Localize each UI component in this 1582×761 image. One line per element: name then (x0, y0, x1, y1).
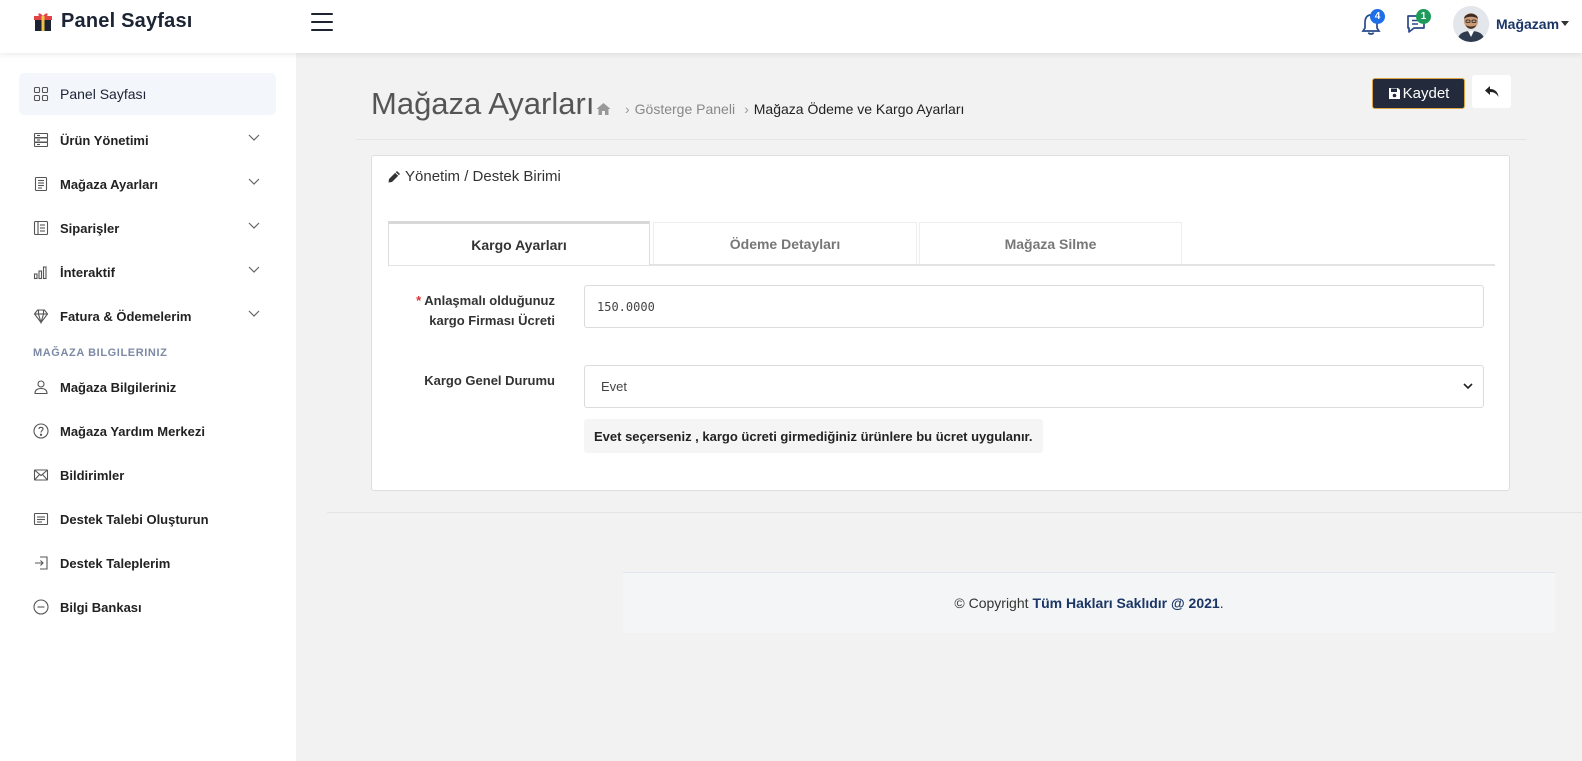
ticket-icon (33, 512, 49, 526)
sidebar-item-store-settings[interactable]: Mağaza Ayarları (19, 163, 276, 205)
sidebar-item-store-info[interactable]: Mağaza Bilgileriniz (19, 366, 276, 408)
sidebar-item-label: Bilgi Bankası (60, 599, 142, 615)
document-icon (34, 176, 48, 192)
save-button[interactable]: Kaydet (1372, 78, 1465, 109)
shipping-status-value: Evet (601, 379, 628, 394)
question-icon (33, 423, 49, 439)
sidebar-item-label: Siparişler (60, 220, 120, 236)
sidebar-item-help-center[interactable]: Mağaza Yardım Merkezi (19, 410, 276, 452)
footer-period: . (1219, 595, 1224, 611)
shipping-fee-label: * Anlaşmalı olduğunuz kargo Firması Ücre… (387, 291, 555, 331)
shipping-fee-label-text: Anlaşmalı olduğunuz kargo Firması Ücreti (424, 293, 555, 328)
breadcrumb-dashboard-link[interactable]: Gösterge Paneli (635, 101, 735, 117)
chevron-down-icon (248, 310, 260, 317)
minus-circle-icon (33, 599, 49, 615)
sidebar-item-interactive[interactable]: İnteraktif (19, 251, 276, 293)
sidebar-item-label: Fatura & Ödemelerim (60, 308, 192, 324)
page-title: Mağaza Ayarları (371, 86, 595, 121)
avatar[interactable] (1453, 6, 1489, 42)
header-divider (356, 139, 1526, 140)
copyright-text: © Copyright (954, 595, 1029, 611)
sidebar-item-label: Bildirimler (60, 467, 125, 483)
user-menu-label[interactable]: Mağazam (1496, 16, 1559, 32)
back-button[interactable] (1472, 75, 1511, 108)
sidebar-item-label: İnteraktif (60, 264, 115, 280)
sidebar-section-title: MAĞAZA BILGILERINIZ (33, 347, 168, 359)
breadcrumb-current: Mağaza Ödeme ve Kargo Ayarları (753, 101, 965, 117)
tab-shipping-settings[interactable]: Kargo Ayarları (388, 221, 650, 265)
brand-title: Panel Sayfası (61, 10, 193, 32)
hamburger-icon[interactable] (311, 13, 333, 35)
sidebar-item-label: Ürün Yönetimi (60, 132, 149, 148)
sidebar-item-create-ticket[interactable]: Destek Talebi Oluşturun (19, 498, 276, 540)
required-mark: * (416, 293, 422, 308)
breadcrumb-separator: › (744, 101, 749, 117)
sidebar-item-panel[interactable]: Panel Sayfası (19, 73, 276, 115)
pencil-icon (388, 170, 400, 182)
breadcrumb-separator: › (625, 101, 630, 117)
mail-icon (33, 469, 49, 481)
chevron-down-icon[interactable] (1561, 21, 1569, 26)
sidebar-item-label: Destek Taleplerim (60, 555, 171, 571)
sidebar-item-label: Mağaza Ayarları (60, 176, 159, 192)
sidebar-item-orders[interactable]: Siparişler (19, 207, 276, 249)
list-icon (33, 220, 49, 236)
sidebar-item-label: Mağaza Yardım Merkezi (60, 423, 205, 439)
shipping-fee-value: 150.0000 (597, 299, 655, 314)
diamond-icon (33, 309, 49, 324)
chevron-down-icon (248, 266, 260, 273)
login-icon (35, 556, 48, 570)
card-title-text: Yönetim / Destek Birimi (405, 168, 561, 185)
chevron-down-icon (248, 134, 260, 141)
grid-icon (33, 86, 49, 102)
help-text: Evet seçerseniz , kargo ücreti girmediği… (584, 419, 1043, 453)
sidebar-item-notifications[interactable]: Bildirimler (19, 454, 276, 496)
chevron-down-icon (248, 178, 260, 185)
chevron-down-icon (1463, 383, 1473, 390)
reply-icon (1484, 85, 1498, 97)
server-icon (33, 132, 49, 148)
notifications-button[interactable]: 4 (1360, 9, 1385, 36)
user-icon (34, 380, 48, 395)
user-photo-icon (1453, 6, 1489, 42)
top-header: Panel Sayfası 4 1 Mağazam (0, 0, 1582, 53)
messages-button[interactable]: 1 (1405, 9, 1431, 36)
card-title: Yönetim / Destek Birimi (387, 168, 561, 185)
content-divider (327, 512, 1582, 513)
shipping-fee-input[interactable]: 150.0000 (584, 285, 1484, 328)
sidebar-item-label: Mağaza Bilgileriniz (60, 379, 177, 395)
sidebar: Panel Sayfası Ürün Yönetimi Mağaza Ayarl… (0, 53, 296, 761)
sidebar-item-label: Panel Sayfası (60, 86, 147, 102)
notifications-badge: 4 (1370, 9, 1385, 24)
sidebar-item-products[interactable]: Ürün Yönetimi (19, 119, 276, 161)
footer: © Copyright Tüm Hakları Saklıdır @ 2021 … (623, 572, 1555, 633)
settings-card: Yönetim / Destek Birimi Kargo Ayarları Ö… (371, 155, 1510, 491)
brand[interactable]: Panel Sayfası (33, 10, 193, 33)
shipping-status-select[interactable]: Evet (584, 365, 1484, 408)
tab-store-delete[interactable]: Mağaza Silme (919, 222, 1182, 264)
sidebar-item-label: Destek Talebi Oluşturun (60, 511, 209, 527)
breadcrumb: › Gösterge Paneli › Mağaza Ödeme ve Karg… (596, 101, 964, 117)
shipping-status-label: Kargo Genel Durumu (424, 373, 555, 388)
chevron-down-icon (248, 222, 260, 229)
rights-text: Tüm Hakları Saklıdır @ 2021 (1032, 595, 1220, 611)
save-button-label: Kaydet (1402, 85, 1450, 102)
sidebar-item-billing[interactable]: Fatura & Ödemelerim (19, 295, 276, 337)
messages-badge: 1 (1416, 9, 1431, 24)
sidebar-item-my-tickets[interactable]: Destek Taleplerim (19, 542, 276, 584)
home-icon[interactable] (596, 102, 611, 116)
floppy-icon (1388, 88, 1400, 99)
gift-shop-icon (34, 12, 52, 31)
sidebar-item-knowledge-base[interactable]: Bilgi Bankası (19, 586, 276, 628)
bar-chart-icon (33, 266, 47, 280)
tab-payment-details[interactable]: Ödeme Detayları (653, 222, 917, 264)
